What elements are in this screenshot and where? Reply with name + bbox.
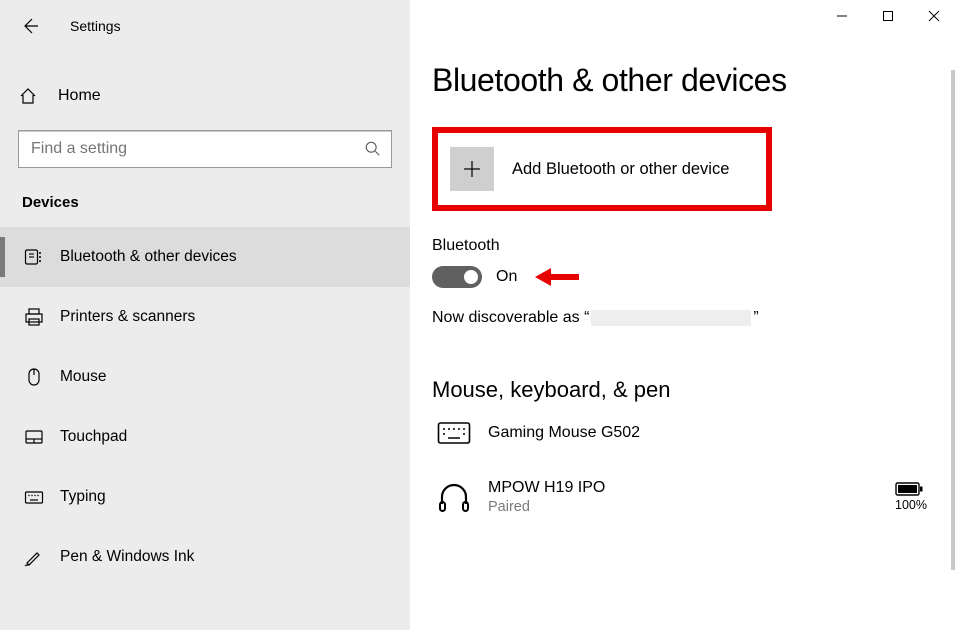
window-controls xyxy=(819,0,957,32)
bluetooth-toggle[interactable] xyxy=(432,266,482,288)
device-name: Gaming Mouse G502 xyxy=(488,424,927,442)
device-row[interactable]: MPOW H19 IPO Paired 100% xyxy=(432,479,957,515)
close-icon xyxy=(928,10,940,22)
sidebar-item-label: Pen & Windows Ink xyxy=(60,548,194,566)
touchpad-icon xyxy=(22,426,46,448)
toggle-state-label: On xyxy=(496,268,517,286)
page-title: Bluetooth & other devices xyxy=(432,62,957,99)
bluetooth-section-label: Bluetooth xyxy=(432,237,957,255)
sidebar-item-pen[interactable]: Pen & Windows Ink xyxy=(0,527,410,587)
device-battery: 100% xyxy=(895,482,927,512)
search-input[interactable] xyxy=(19,140,355,158)
sidebar-item-mouse[interactable]: Mouse xyxy=(0,347,410,407)
app-title: Settings xyxy=(70,18,121,34)
sidebar-item-bluetooth[interactable]: Bluetooth & other devices xyxy=(0,227,410,287)
redacted-name xyxy=(591,310,751,326)
annotation-arrow-icon xyxy=(533,265,581,289)
minimize-button[interactable] xyxy=(819,0,865,32)
device-row[interactable]: Gaming Mouse G502 xyxy=(432,421,957,445)
discoverable-text: Now discoverable as “ ” xyxy=(432,309,957,327)
sidebar-item-label: Touchpad xyxy=(60,428,127,446)
sidebar: Settings Home Devices Bluetooth & oth xyxy=(0,0,410,630)
sidebar-item-typing[interactable]: Typing xyxy=(0,467,410,527)
device-status: Paired xyxy=(488,499,895,515)
sidebar-item-printers[interactable]: Printers & scanners xyxy=(0,287,410,347)
sidebar-item-label: Typing xyxy=(60,488,106,506)
sidebar-item-home[interactable]: Home xyxy=(0,76,410,116)
minimize-icon xyxy=(836,10,848,22)
home-label: Home xyxy=(58,87,101,105)
toggle-knob xyxy=(464,270,478,284)
section-mouse-keyboard-pen: Mouse, keyboard, & pen xyxy=(432,377,957,403)
settings-window: Settings Home Devices Bluetooth & oth xyxy=(0,0,957,630)
sidebar-item-label: Printers & scanners xyxy=(60,308,195,326)
sidebar-item-label: Bluetooth & other devices xyxy=(60,248,237,266)
maximize-icon xyxy=(882,10,894,22)
back-button[interactable] xyxy=(18,14,42,38)
sidebar-item-label: Mouse xyxy=(60,368,107,386)
search-wrap xyxy=(18,130,392,168)
add-device-button[interactable]: Add Bluetooth or other device xyxy=(432,127,772,211)
pen-icon xyxy=(22,546,46,568)
discover-suffix: ” xyxy=(753,309,758,326)
mouse-icon xyxy=(22,366,46,388)
device-name: MPOW H19 IPO xyxy=(488,479,895,497)
main-panel: Bluetooth & other devices Add Bluetooth … xyxy=(410,0,957,630)
headphones-icon xyxy=(432,482,476,512)
battery-icon xyxy=(895,482,923,496)
home-icon xyxy=(18,86,40,106)
close-button[interactable] xyxy=(911,0,957,32)
device-info: MPOW H19 IPO Paired xyxy=(488,479,895,515)
sidebar-category: Devices xyxy=(0,168,410,227)
keyboard-icon xyxy=(432,421,476,445)
discover-prefix: Now discoverable as “ xyxy=(432,309,589,326)
vertical-scrollbar[interactable] xyxy=(951,70,955,570)
bluetooth-toggle-row: On xyxy=(432,265,957,289)
sidebar-item-touchpad[interactable]: Touchpad xyxy=(0,407,410,467)
plus-icon xyxy=(450,147,494,191)
add-device-label: Add Bluetooth or other device xyxy=(512,160,729,179)
search-icon xyxy=(355,140,391,158)
search-box[interactable] xyxy=(18,130,392,168)
arrow-left-icon xyxy=(20,16,40,36)
sidebar-nav: Bluetooth & other devices Printers & sca… xyxy=(0,227,410,587)
sidebar-header: Settings xyxy=(0,2,410,50)
device-info: Gaming Mouse G502 xyxy=(488,424,927,442)
keyboard-icon xyxy=(22,486,46,508)
battery-percent: 100% xyxy=(895,498,927,512)
bluetooth-devices-icon xyxy=(22,246,46,268)
maximize-button[interactable] xyxy=(865,0,911,32)
printer-icon xyxy=(22,306,46,328)
